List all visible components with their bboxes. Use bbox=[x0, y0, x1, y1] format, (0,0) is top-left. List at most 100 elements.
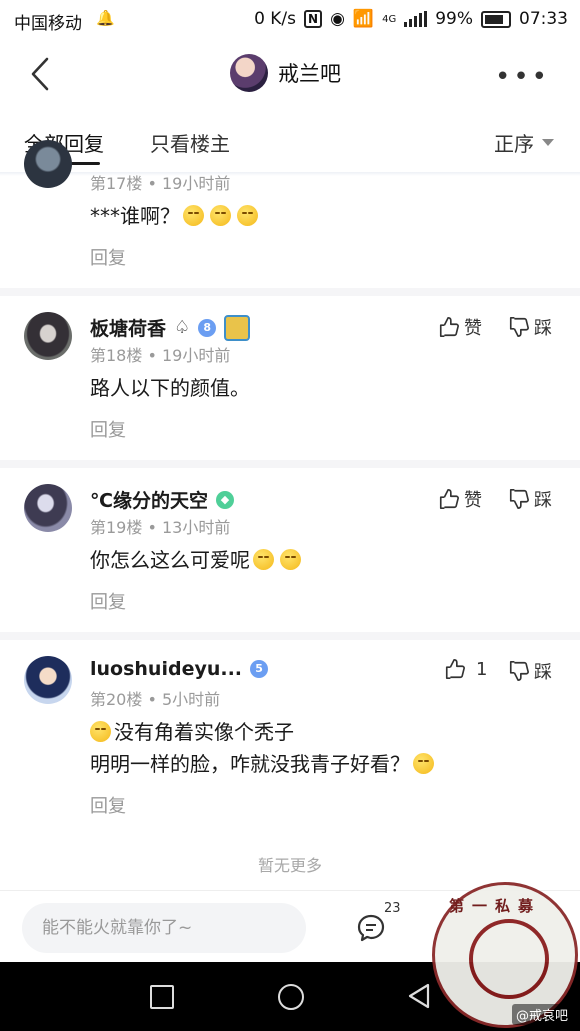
dislike-button[interactable]: 踩 bbox=[508, 314, 552, 340]
carrier-label: 中国移动 bbox=[14, 14, 82, 34]
status-right: 0 K/s N ◉ 📶 4G 99% 07:33 bbox=[254, 9, 568, 29]
reply-tabs: 全部回复 只看楼主 正序 bbox=[0, 110, 580, 172]
comment-text: 没有角着实像个秃子 明明一样的脸，咋就没我青子好看？ bbox=[90, 716, 437, 780]
comment-text: ***谁啊？ bbox=[90, 200, 261, 232]
level-badge: 8 bbox=[198, 318, 217, 337]
floor-number: 第18楼 bbox=[90, 346, 143, 365]
post-time: 19小时前 bbox=[161, 346, 231, 365]
comment-text-content: ***谁啊？ bbox=[90, 204, 180, 228]
comment-meta: 第19楼 • 13小时前 bbox=[90, 518, 231, 537]
dislike-label: 踩 bbox=[534, 490, 552, 511]
divider bbox=[0, 632, 580, 640]
comment-line-2: 明明一样的脸，咋就没我青子好看？ bbox=[90, 748, 437, 780]
username[interactable]: ℃缘分的天空 ◆ bbox=[90, 486, 235, 513]
battery-icon bbox=[481, 10, 511, 28]
smile-emoji-icon bbox=[183, 205, 204, 226]
network-type: 4G bbox=[382, 13, 397, 25]
thumbs-up-icon bbox=[439, 317, 459, 337]
floor-number: 第17楼 bbox=[90, 174, 143, 193]
reply-button[interactable]: 回复 bbox=[90, 244, 126, 270]
smile-emoji-icon bbox=[237, 205, 258, 226]
watermark-ring bbox=[469, 919, 549, 999]
comment-line-1-text: 没有角着实像个秃子 bbox=[114, 720, 294, 744]
tab-shadow bbox=[0, 172, 580, 176]
nfc-icon: N bbox=[304, 10, 323, 28]
like-button[interactable]: 赞 bbox=[438, 314, 482, 340]
home-button[interactable] bbox=[278, 984, 304, 1010]
username-text: luoshuideyu... bbox=[90, 658, 243, 680]
sort-label: 正序 bbox=[494, 132, 534, 156]
more-options-icon[interactable]: ••• bbox=[495, 62, 550, 92]
comment-meta: 第17楼 • 19小时前 bbox=[90, 174, 231, 193]
username-text: 板塘荷香 bbox=[90, 318, 167, 340]
comment-count: 23 bbox=[384, 901, 401, 916]
smile-emoji-icon bbox=[280, 549, 301, 570]
no-more-label: 暂无更多 bbox=[257, 856, 322, 875]
chevron-left-icon bbox=[31, 57, 49, 91]
back-button[interactable] bbox=[30, 56, 50, 92]
dislike-label: 踩 bbox=[534, 662, 552, 683]
reply-button[interactable]: 回复 bbox=[90, 792, 126, 818]
avatar[interactable] bbox=[24, 312, 72, 360]
recents-button[interactable] bbox=[150, 985, 174, 1009]
nav-back-button[interactable] bbox=[406, 982, 432, 1014]
comment-line-1: 没有角着实像个秃子 bbox=[90, 716, 437, 748]
notification-bell-icon: 🔔 bbox=[96, 9, 115, 27]
comment-bubble-icon[interactable] bbox=[356, 913, 386, 947]
sort-dropdown[interactable]: 正序 bbox=[494, 128, 554, 157]
avatar[interactable] bbox=[24, 484, 72, 532]
like-label: 赞 bbox=[464, 318, 482, 339]
status-bar: 中国移动 🔔 0 K/s N ◉ 📶 4G 99% 07:33 bbox=[0, 0, 580, 40]
forum-title[interactable]: 戒兰吧 bbox=[230, 54, 341, 92]
like-button[interactable]: 1 bbox=[444, 658, 487, 680]
clock: 07:33 bbox=[519, 9, 568, 29]
comment-text-content: 你怎么这么可爱呢 bbox=[90, 548, 250, 572]
battery-percent: 99% bbox=[435, 9, 473, 29]
eye-icon: ◉ bbox=[330, 9, 345, 29]
username[interactable]: 板塘荷香 ♤ 8 bbox=[90, 314, 251, 341]
reply-button[interactable]: 回复 bbox=[90, 416, 126, 442]
post-time: 13小时前 bbox=[161, 518, 231, 537]
signal-icon bbox=[404, 11, 428, 27]
caret-down-icon bbox=[542, 139, 554, 146]
comment-text: 你怎么这么可爱呢 bbox=[90, 544, 304, 576]
thumbs-down-icon bbox=[509, 317, 529, 337]
thumbs-down-icon bbox=[509, 661, 529, 681]
like-label: 赞 bbox=[464, 490, 482, 511]
spade-suffix: ♤ bbox=[174, 317, 191, 338]
comment-text: 路人以下的颜值。 bbox=[90, 376, 250, 400]
member-badge-icon bbox=[224, 314, 251, 341]
thumbs-up-icon bbox=[445, 659, 465, 679]
comment-meta: 第20楼 • 5小时前 bbox=[90, 690, 221, 709]
avatar[interactable] bbox=[24, 656, 72, 704]
tab-owner-only[interactable]: 只看楼主 bbox=[150, 128, 230, 157]
post-time: 5小时前 bbox=[161, 690, 221, 709]
comment-line-2-text: 明明一样的脸，咋就没我青子好看？ bbox=[90, 752, 410, 776]
like-button[interactable]: 赞 bbox=[438, 486, 482, 512]
thumbs-down-icon bbox=[509, 489, 529, 509]
divider bbox=[0, 288, 580, 296]
smile-emoji-icon bbox=[210, 205, 231, 226]
dislike-label: 踩 bbox=[534, 318, 552, 339]
reply-button[interactable]: 回复 bbox=[90, 588, 126, 614]
avatar[interactable] bbox=[24, 140, 72, 188]
username-text: ℃缘分的天空 bbox=[90, 490, 209, 512]
network-speed: 0 K/s bbox=[254, 9, 297, 29]
wifi-icon: 📶 bbox=[352, 9, 375, 29]
floor-number: 第20楼 bbox=[90, 690, 143, 709]
watermark-credit: @戒哀吧 bbox=[511, 1004, 572, 1025]
watermark-text: 第一私募 bbox=[449, 897, 542, 915]
dislike-button[interactable]: 踩 bbox=[508, 486, 552, 512]
like-count: 1 bbox=[476, 658, 488, 680]
divider bbox=[0, 460, 580, 468]
comment-input[interactable]: 能不能火就靠你了~ bbox=[22, 903, 306, 953]
smile-emoji-icon bbox=[413, 753, 434, 774]
top-header: 戒兰吧 ••• bbox=[0, 40, 580, 110]
dislike-button[interactable]: 踩 bbox=[508, 658, 552, 684]
forum-name: 戒兰吧 bbox=[278, 62, 341, 86]
smile-emoji-icon bbox=[90, 721, 111, 742]
username[interactable]: luoshuideyu... 5 bbox=[90, 658, 269, 680]
level-badge: 5 bbox=[250, 660, 269, 678]
triangle-back-icon bbox=[408, 983, 430, 1009]
thumbs-up-icon bbox=[439, 489, 459, 509]
